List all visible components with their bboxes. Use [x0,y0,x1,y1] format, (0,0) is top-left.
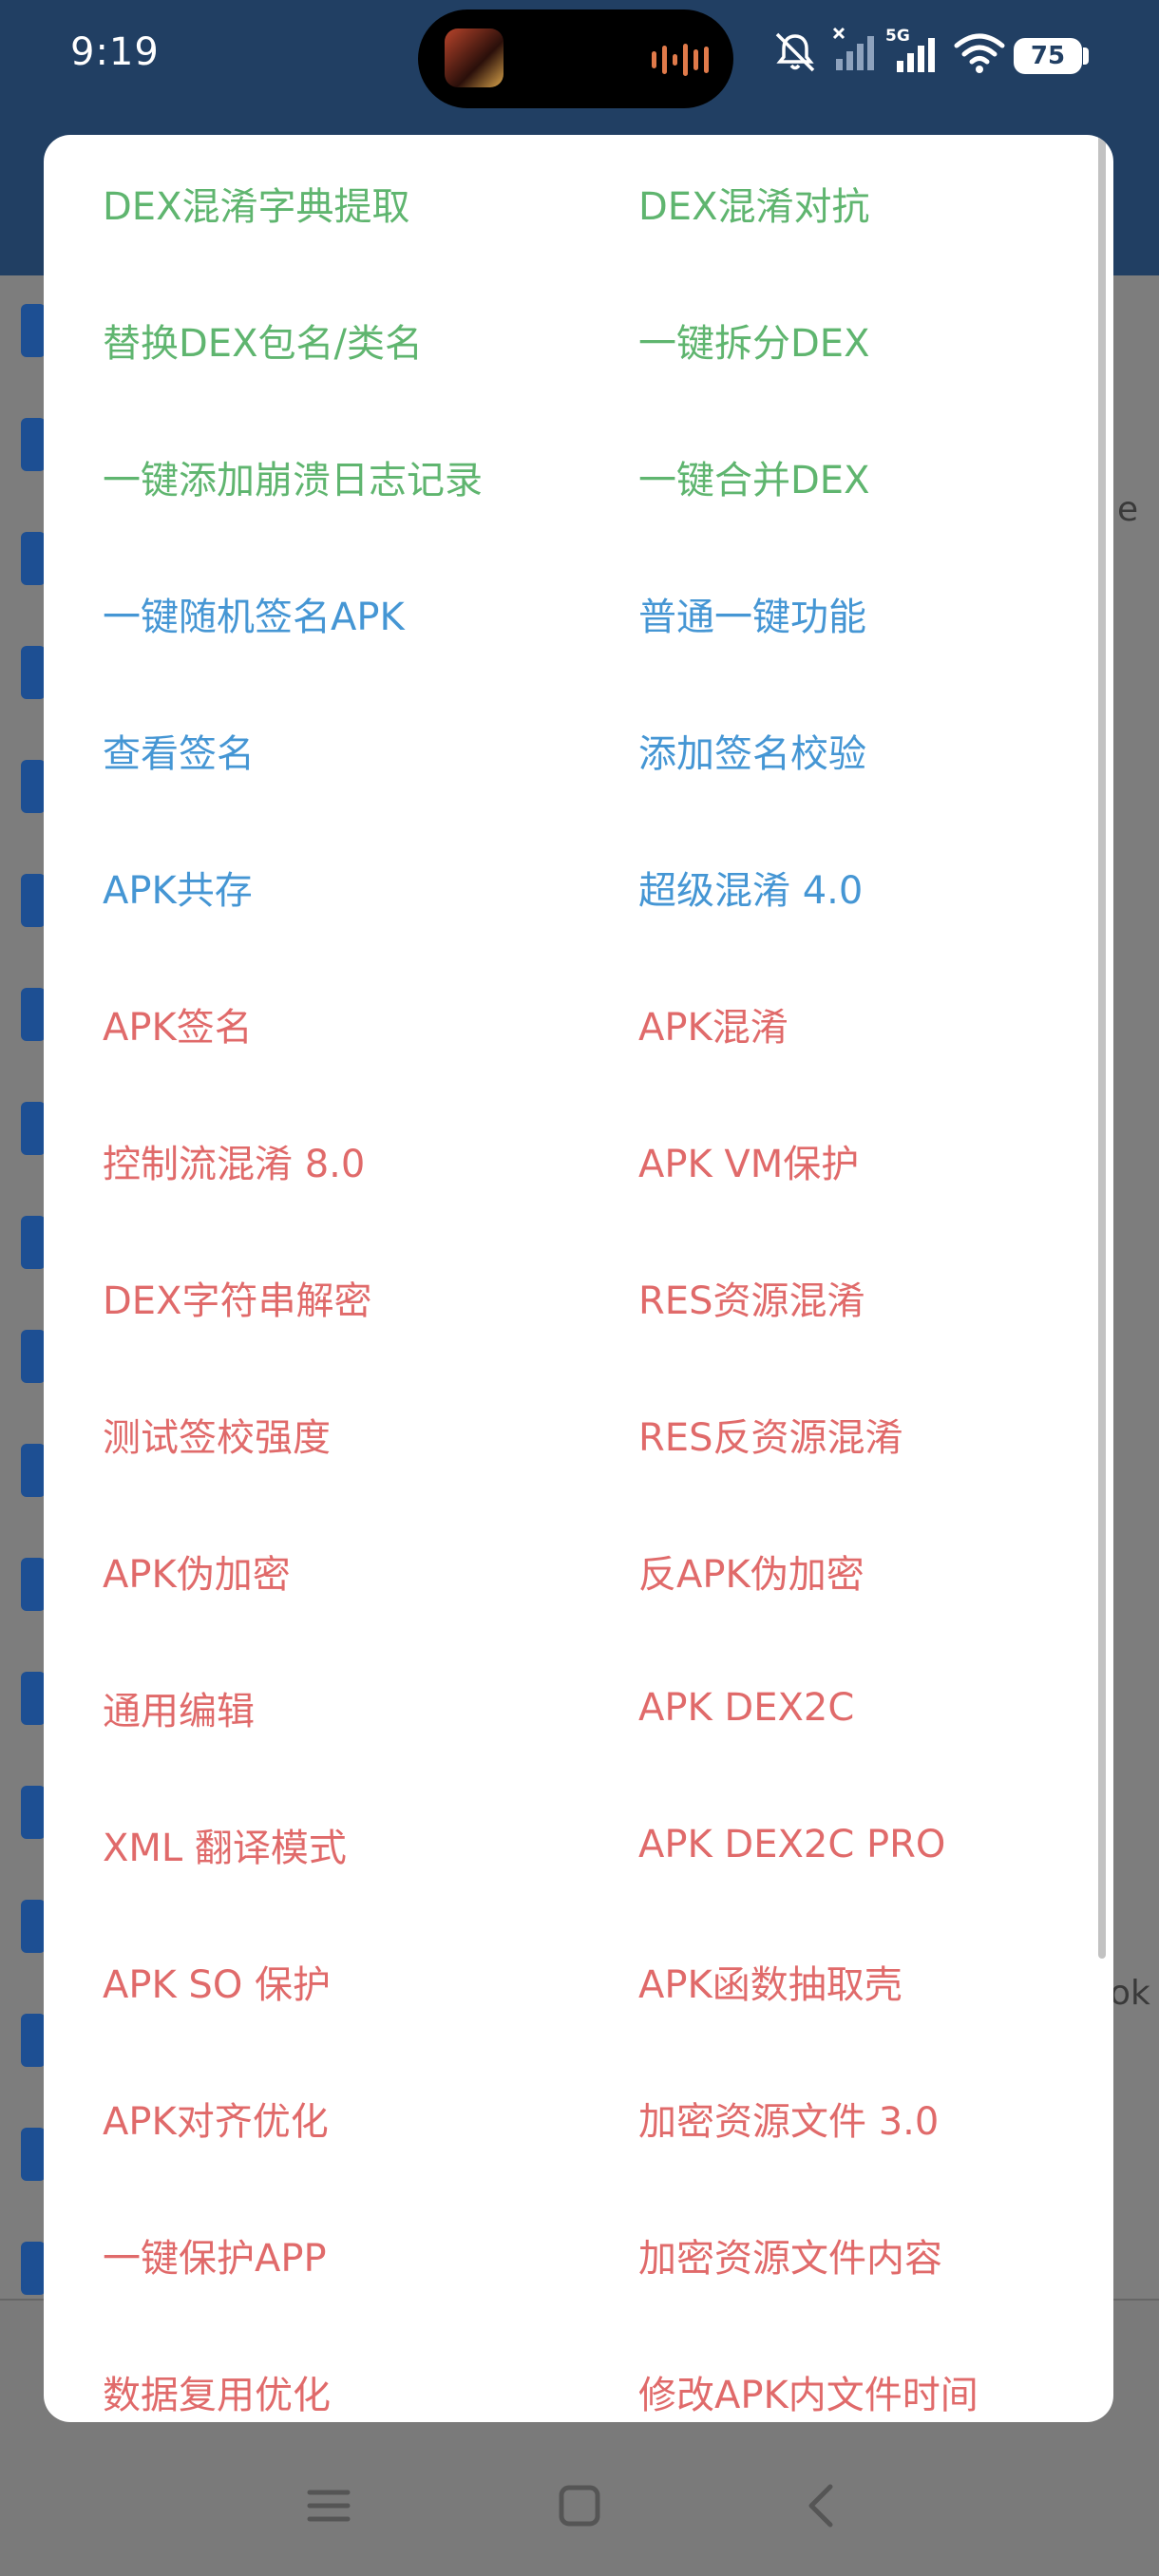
menu-item[interactable]: 超级混淆 4.0 [638,819,1113,956]
menu-row: 一键保护APP 加密资源文件内容 [44,2187,1113,2323]
background-list-marker [21,760,46,813]
status-time: 9:19 [70,30,160,74]
menu-row: 数据复用优化 修改APK内文件时间 [44,2323,1113,2422]
menu-icon[interactable] [300,2477,357,2534]
background-edge-text-2: ok [1110,1974,1150,2013]
menu-item[interactable]: APK VM保护 [638,1092,1113,1229]
menu-item[interactable]: 数据复用优化 [103,2323,616,2422]
signal-icon [897,38,935,72]
menu-item[interactable]: XML 翻译模式 [103,1776,616,1913]
menu-item[interactable]: 一键合并DEX [638,408,1113,545]
audio-wave-icon [652,42,712,78]
menu-item[interactable]: APK SO 保护 [103,1913,616,2050]
function-menu-list[interactable]: DEX混淆字典提取 DEX混淆对抗 替换DEX包名/类名 一键拆分DEX 一键添加崩溃日… [44,135,1113,2422]
background-list-marker [21,1786,46,1839]
menu-item[interactable]: APK混淆 [638,956,1113,1092]
menu-item[interactable]: 一键保护APP [103,2187,616,2323]
background-list-marker [21,1444,46,1497]
background-list-marker [21,2128,46,2181]
menu-item[interactable]: APK共存 [103,819,616,956]
menu-row: APK伪加密 反APK伪加密 [44,1503,1113,1639]
background-list-marker [21,1216,46,1269]
menu-item[interactable]: 添加签名校验 [638,682,1113,819]
menu-row: 控制流混淆 8.0 APK VM保护 [44,1092,1113,1229]
navigation-bar [0,2451,1159,2565]
wifi-icon [954,33,1005,73]
menu-item[interactable]: APK DEX2C [638,1639,1113,1776]
game-app-icon [445,28,504,87]
background-list-marker [21,2242,46,2295]
menu-row: DEX混淆字典提取 DEX混淆对抗 [44,135,1113,272]
menu-item[interactable]: APK签名 [103,956,616,1092]
menu-item[interactable]: APK伪加密 [103,1503,616,1639]
menu-row: APK签名 APK混淆 [44,956,1113,1092]
status-bar: 9:19 5G 75 [0,0,1159,114]
background-list-marker [21,418,46,471]
scrollbar[interactable] [1098,135,1106,1959]
background-list-marker [21,532,46,585]
menu-row: APK SO 保护 APK函数抽取壳 [44,1913,1113,2050]
menu-item[interactable]: 反APK伪加密 [638,1503,1113,1639]
battery-icon: 75 [1014,38,1082,74]
menu-row: XML 翻译模式 APK DEX2C PRO [44,1776,1113,1913]
menu-item[interactable]: 测试签校强度 [103,1366,616,1503]
menu-row: DEX字符串解密 RES资源混淆 [44,1229,1113,1366]
menu-item[interactable]: DEX字符串解密 [103,1229,616,1366]
dynamic-island[interactable] [418,9,733,108]
menu-row: 替换DEX包名/类名 一键拆分DEX [44,272,1113,408]
background-list-marker [21,1102,46,1155]
no-signal-icon [832,27,874,70]
menu-item[interactable]: DEX混淆字典提取 [103,135,616,272]
menu-row: 查看签名 添加签名校验 [44,682,1113,819]
status-icons: 5G 75 [771,25,1113,82]
menu-row: APK对齐优化 加密资源文件 3.0 [44,2050,1113,2187]
battery-tip [1083,47,1089,65]
background-list-marker [21,988,46,1041]
menu-item[interactable]: 一键随机签名APK [103,545,616,682]
menu-row: APK共存 超级混淆 4.0 [44,819,1113,956]
home-icon[interactable] [551,2477,608,2534]
menu-row: 一键添加崩溃日志记录 一键合并DEX [44,408,1113,545]
menu-item[interactable]: 一键拆分DEX [638,272,1113,408]
function-menu-dialog: DEX混淆字典提取 DEX混淆对抗 替换DEX包名/类名 一键拆分DEX 一键添加崩溃日… [44,135,1113,2422]
background-list-marker [21,1558,46,1611]
background-list-marker [21,1672,46,1725]
menu-item[interactable]: DEX混淆对抗 [638,135,1113,272]
menu-item[interactable]: 通用编辑 [103,1639,616,1776]
back-icon[interactable] [794,2477,851,2534]
background-list-marker [21,646,46,699]
background-edge-text-1: e [1117,490,1139,529]
menu-item[interactable]: APK DEX2C PRO [638,1776,1113,1913]
menu-row: 测试签校强度 RES反资源混淆 [44,1366,1113,1503]
menu-item[interactable]: APK函数抽取壳 [638,1913,1113,2050]
menu-item[interactable]: 加密资源文件内容 [638,2187,1113,2323]
menu-item[interactable]: 控制流混淆 8.0 [103,1092,616,1229]
menu-row: 一键随机签名APK 普通一键功能 [44,545,1113,682]
menu-item[interactable]: RES资源混淆 [638,1229,1113,1366]
menu-item[interactable]: 加密资源文件 3.0 [638,2050,1113,2187]
background-list-marker [21,874,46,927]
menu-item[interactable]: 查看签名 [103,682,616,819]
background-list-marker [21,2014,46,2067]
menu-item[interactable]: APK对齐优化 [103,2050,616,2187]
menu-item[interactable]: 修改APK内文件时间 [638,2323,1113,2422]
menu-item[interactable]: RES反资源混淆 [638,1366,1113,1503]
menu-row: 通用编辑 APK DEX2C [44,1639,1113,1776]
menu-item[interactable]: 普通一键功能 [638,545,1113,682]
menu-item[interactable]: 一键添加崩溃日志记录 [103,408,616,545]
menu-item[interactable]: 替换DEX包名/类名 [103,272,616,408]
mute-icon [775,32,815,72]
background-list-marker [21,1900,46,1953]
background-list-marker [21,1330,46,1383]
background-list-marker [21,304,46,357]
